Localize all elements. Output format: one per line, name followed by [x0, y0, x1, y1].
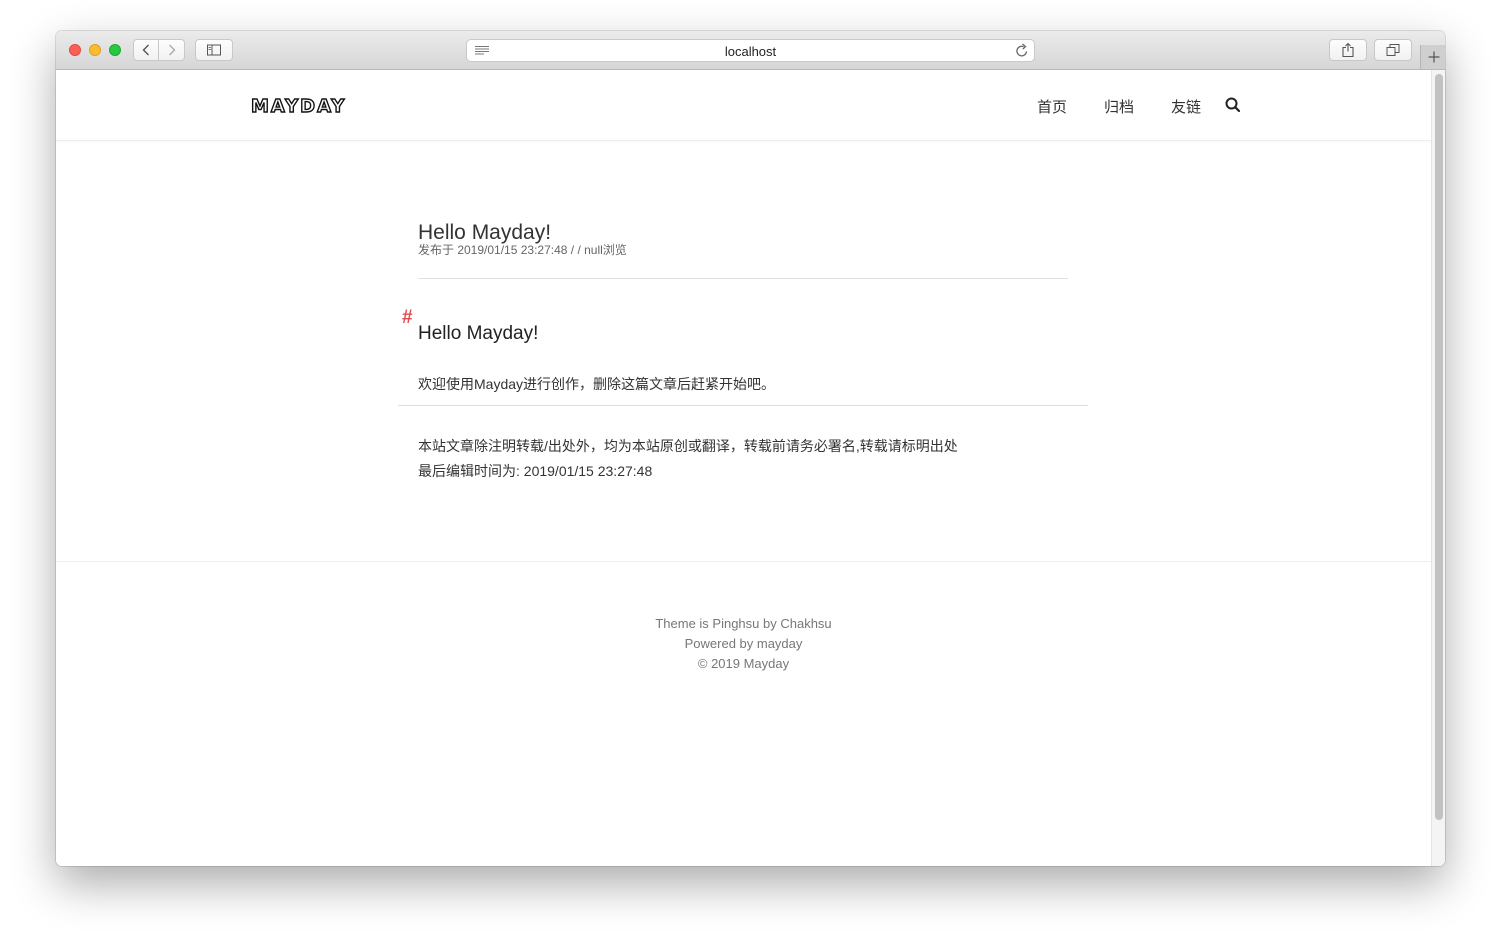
web-page: MAYDAY 首页 归档 友链 Hello Mayday! 发布于 2019/0…	[56, 70, 1431, 866]
browser-toolbar: localhost	[56, 31, 1445, 70]
post-meta: 发布于 2019/01/15 23:27:48 / / null浏览	[418, 243, 627, 257]
heading-anchor[interactable]: #	[402, 307, 413, 329]
nav-home[interactable]: 首页	[1037, 96, 1067, 117]
reload-icon[interactable]	[1015, 43, 1029, 58]
tabs-icon	[1386, 44, 1400, 56]
sidebar-icon	[207, 44, 221, 56]
plus-icon	[1428, 51, 1439, 63]
nav-archive[interactable]: 归档	[1104, 96, 1134, 117]
footer-divider	[56, 561, 1431, 562]
chevron-left-icon	[142, 44, 149, 56]
share-button[interactable]	[1329, 39, 1367, 61]
minimize-window-button[interactable]	[89, 44, 101, 56]
site-logo[interactable]: MAYDAY	[250, 95, 346, 117]
post-body: 欢迎使用Mayday进行创作，删除这篇文章后赶紧开始吧。	[418, 376, 776, 392]
footer-powered: Powered by mayday	[684, 636, 803, 651]
forward-button[interactable]	[159, 39, 185, 61]
sidebar-toggle-button[interactable]	[195, 39, 233, 61]
vertical-scrollbar[interactable]	[1431, 70, 1445, 866]
zoom-window-button[interactable]	[109, 44, 121, 56]
footer-copyright: © 2019 Mayday	[697, 656, 790, 671]
show-tabs-button[interactable]	[1374, 39, 1412, 61]
footer-theme: Theme is Pinghsu by Chakhsu	[655, 616, 832, 631]
share-icon	[1342, 42, 1354, 58]
content-divider	[398, 405, 1088, 406]
new-tab-button[interactable]	[1420, 45, 1445, 69]
copyright-note: 本站文章除注明转载/出处外，均为本站原创或翻译，转载前请务必署名,转载请标明出处	[418, 438, 958, 454]
close-window-button[interactable]	[69, 44, 81, 56]
chevron-right-icon	[168, 44, 175, 56]
site-header: MAYDAY 首页 归档 友链	[56, 70, 1431, 141]
search-icon[interactable]	[1225, 97, 1241, 113]
browser-window: localhost MAYDAY 首页 归档 友链 Hello Mayday! …	[56, 31, 1445, 866]
scrollbar-thumb[interactable]	[1435, 74, 1443, 820]
last-edited: 最后编辑时间为: 2019/01/15 23:27:48	[418, 463, 653, 479]
post-heading: Hello Mayday!	[418, 322, 539, 344]
title-divider	[418, 278, 1068, 279]
url-text: localhost	[724, 44, 777, 59]
address-bar[interactable]: localhost	[466, 39, 1035, 62]
site-footer: Theme is Pinghsu by Chakhsu Powered by m…	[56, 614, 1431, 674]
back-button[interactable]	[133, 39, 159, 61]
nav-links[interactable]: 友链	[1171, 96, 1201, 117]
